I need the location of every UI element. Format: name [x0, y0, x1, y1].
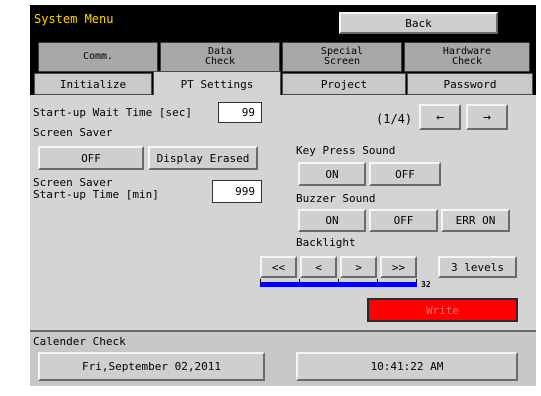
prev-page-button[interactable]: ← [419, 104, 461, 130]
next-page-button[interactable]: → [466, 104, 508, 130]
window-title: System Menu [34, 12, 114, 26]
screen-saver-label: Screen Saver [33, 126, 113, 139]
backlight-last-button[interactable]: >> [380, 256, 417, 278]
tab-project[interactable]: Project [282, 73, 406, 95]
tab-hardware-check[interactable]: Hardware Check [404, 42, 530, 72]
hmi-frame: System Menu Back Comm. Data Check Specia… [0, 0, 541, 396]
backlight-next-button[interactable]: > [340, 256, 377, 278]
saver-startup-time-label: Screen Saver Start-up Time [min] [33, 176, 159, 201]
key-press-sound-label: Key Press Sound [296, 144, 396, 157]
buzzer-err-on-button[interactable]: ERR ON [441, 209, 510, 232]
key-press-off-button[interactable]: OFF [369, 162, 441, 186]
backlight-first-button[interactable]: << [260, 256, 297, 278]
startup-wait-label: Start-up Wait Time [sec] [33, 106, 192, 119]
backlight-tick [338, 279, 339, 283]
display-erased-button[interactable]: Display Erased [148, 146, 258, 170]
backlight-tick [416, 279, 417, 283]
backlight-value: 32 [421, 280, 431, 289]
screen-saver-off-button[interactable]: OFF [38, 146, 144, 170]
backlight-tick [260, 279, 261, 283]
system-menu-screen: System Menu Back Comm. Data Check Specia… [30, 5, 536, 386]
tab-special-screen[interactable]: Special Screen [282, 42, 402, 72]
buzzer-sound-label: Buzzer Sound [296, 192, 376, 205]
backlight-prev-button[interactable]: < [300, 256, 337, 278]
back-button[interactable]: Back [339, 12, 498, 34]
backlight-tick [299, 279, 300, 283]
tab-data-check[interactable]: Data Check [160, 42, 280, 72]
tab-password[interactable]: Password [407, 73, 533, 95]
buzzer-on-button[interactable]: ON [298, 209, 366, 232]
backlight-tick [377, 279, 378, 283]
backlight-levels-button[interactable]: 3 levels [438, 256, 517, 278]
buzzer-off-button[interactable]: OFF [369, 209, 438, 232]
write-button[interactable]: Write [367, 298, 518, 322]
key-press-on-button[interactable]: ON [298, 162, 366, 186]
calendar-time-button[interactable]: 10:41:22 AM [296, 352, 518, 381]
tab-pt-settings[interactable]: PT Settings [153, 71, 281, 96]
saver-startup-time-input[interactable]: 999 [212, 180, 262, 203]
startup-wait-input[interactable]: 99 [218, 102, 262, 123]
tab-initialize[interactable]: Initialize [34, 73, 152, 95]
page-indicator: (1/4) [376, 112, 413, 126]
calendar-check-label: Calender Check [33, 335, 126, 348]
backlight-label: Backlight [296, 236, 356, 249]
tab-comm[interactable]: Comm. [38, 42, 158, 72]
calendar-date-button[interactable]: Fri,September 02,2011 [38, 352, 265, 381]
